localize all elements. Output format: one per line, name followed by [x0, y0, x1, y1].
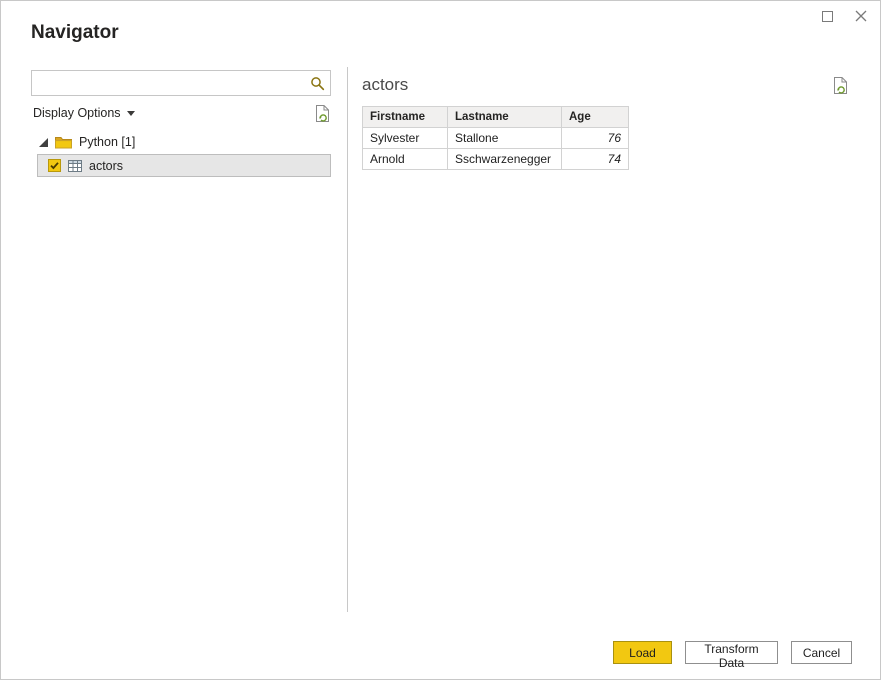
refresh-icon[interactable]	[314, 104, 331, 123]
cell-lastname: Sschwarzenegger	[447, 148, 562, 170]
column-header-age: Age	[561, 106, 629, 128]
tree-item-label: actors	[89, 158, 124, 173]
expand-arrow-icon[interactable]	[39, 137, 48, 147]
cell-age: 74	[561, 148, 629, 170]
chevron-down-icon	[126, 110, 135, 116]
actors-checkbox[interactable]	[48, 159, 61, 172]
page-title: Navigator	[31, 22, 119, 43]
table-row: Arnold Sschwarzenegger 74	[362, 148, 629, 170]
display-options-dropdown[interactable]: Display Options	[31, 104, 137, 122]
options-row: Display Options	[31, 102, 331, 124]
table-row: Sylvester Stallone 76	[362, 127, 629, 149]
preview-title: actors	[362, 75, 409, 94]
panel-divider	[347, 67, 348, 612]
column-header-firstname: Firstname	[362, 106, 448, 128]
cell-firstname: Arnold	[362, 148, 448, 170]
check-icon	[50, 162, 59, 170]
folder-icon	[55, 136, 72, 148]
maximize-icon[interactable]	[820, 9, 834, 23]
navigator-dialog: Navigator Display Options Python [1] act…	[0, 0, 881, 680]
tree-item-label: Python [1]	[79, 135, 136, 149]
table-icon	[68, 159, 82, 172]
search-icon[interactable]	[304, 71, 330, 95]
tree-item-python[interactable]: Python [1]	[31, 131, 333, 153]
load-button[interactable]: Load	[613, 641, 672, 664]
search-box	[31, 70, 331, 96]
transform-data-button[interactable]: Transform Data	[685, 641, 778, 670]
preview-header: actors	[362, 73, 849, 97]
display-options-label: Display Options	[33, 106, 121, 120]
window-controls	[820, 9, 868, 23]
tree-item-actors[interactable]: actors	[37, 154, 331, 177]
search-input[interactable]	[32, 71, 304, 95]
column-header-lastname: Lastname	[447, 106, 562, 128]
table-header-row: Firstname Lastname Age	[362, 106, 629, 128]
cell-lastname: Stallone	[447, 127, 562, 149]
cell-age: 76	[561, 127, 629, 149]
cancel-button[interactable]: Cancel	[791, 641, 852, 664]
refresh-preview-icon[interactable]	[832, 76, 849, 95]
close-icon[interactable]	[854, 9, 868, 23]
cell-firstname: Sylvester	[362, 127, 448, 149]
preview-table: Firstname Lastname Age Sylvester Stallon…	[362, 106, 629, 170]
navigation-tree: Python [1] actors	[31, 131, 333, 177]
